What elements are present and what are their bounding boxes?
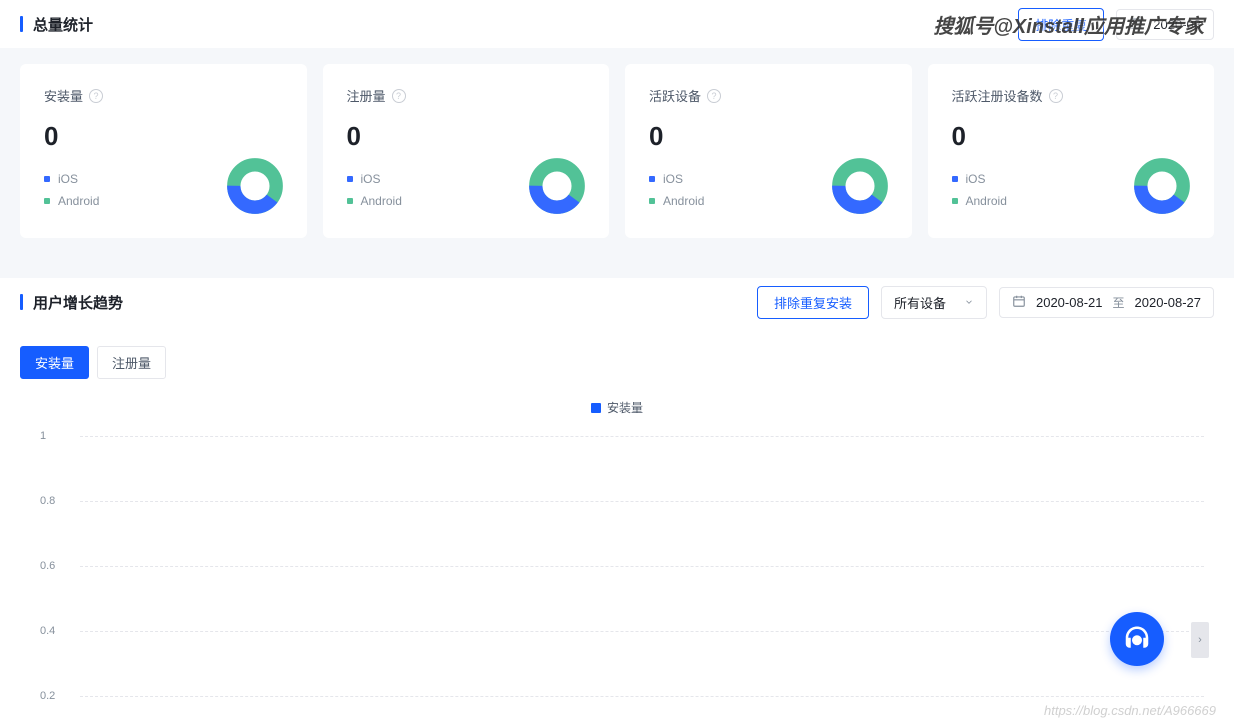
legend-ios-label: iOS xyxy=(58,172,78,186)
totals-date-text: 2020-08 xyxy=(1153,17,1201,32)
stat-cards: 安装量 ? 0 iOS Android 注册量 ? 0 iOS Android … xyxy=(0,48,1234,258)
exclude-duplicate-button[interactable]: 排除重复 xyxy=(1018,8,1104,41)
y-tick-label: 1 xyxy=(40,430,46,442)
donut-chart-icon xyxy=(227,158,283,214)
growth-section: 用户增长趋势 排除重复安装 所有设备 2020-08-21 至 2020-08-… xyxy=(0,278,1234,726)
exclude-duplicate-install-button[interactable]: 排除重复安装 xyxy=(757,286,869,319)
gridline xyxy=(80,436,1204,437)
legend-android-label: Android xyxy=(361,194,402,208)
totals-date-range[interactable]: 2020-08 xyxy=(1116,9,1214,40)
card-value: 0 xyxy=(347,121,586,152)
legend-android-label: Android xyxy=(58,194,99,208)
ios-dot-icon xyxy=(952,176,958,182)
date-start: 2020-08-21 xyxy=(1036,295,1103,310)
card-title: 活跃设备 ? xyxy=(649,86,888,105)
chart-legend: 安装量 xyxy=(20,399,1214,416)
growth-header: 用户增长趋势 排除重复安装 所有设备 2020-08-21 至 2020-08-… xyxy=(0,278,1234,326)
card-title: 安装量 ? xyxy=(44,86,283,105)
tab-registrations[interactable]: 注册量 xyxy=(97,346,166,379)
card-value: 0 xyxy=(44,121,283,152)
donut-chart-icon xyxy=(832,158,888,214)
date-separator: 至 xyxy=(1112,294,1124,311)
help-icon[interactable]: ? xyxy=(392,89,406,103)
growth-controls: 排除重复安装 所有设备 2020-08-21 至 2020-08-27 xyxy=(757,286,1214,319)
support-fab-button[interactable] xyxy=(1110,612,1164,666)
y-tick-label: 0.8 xyxy=(40,495,55,507)
ios-dot-icon xyxy=(44,176,50,182)
legend-android-label: Android xyxy=(966,194,1007,208)
gridline xyxy=(80,631,1204,632)
card-title: 注册量 ? xyxy=(347,86,586,105)
gridline xyxy=(80,566,1204,567)
android-dot-icon xyxy=(347,198,353,204)
ios-dot-icon xyxy=(347,176,353,182)
card-title-text: 活跃设备 xyxy=(649,86,701,105)
help-icon[interactable]: ? xyxy=(1049,89,1063,103)
android-dot-icon xyxy=(952,198,958,204)
growth-title: 用户增长趋势 xyxy=(20,292,123,313)
tab-installs[interactable]: 安装量 xyxy=(20,346,89,379)
chart-legend-label: 安装量 xyxy=(607,399,643,416)
chart-area: 安装量 1 0.8 0.6 0.4 0.2 https://blog.csdn.… xyxy=(0,389,1234,726)
legend-ios-label: iOS xyxy=(966,172,986,186)
growth-tabs: 安装量 注册量 xyxy=(0,326,1234,389)
totals-controls: 排除重复 2020-08 xyxy=(1018,8,1214,41)
card-title: 活跃注册设备数 ? xyxy=(952,86,1191,105)
android-dot-icon xyxy=(44,198,50,204)
android-dot-icon xyxy=(649,198,655,204)
gridline xyxy=(80,501,1204,502)
chart-y-axis: 1 0.8 0.6 0.4 0.2 xyxy=(40,436,1214,696)
y-tick-label: 0.4 xyxy=(40,625,55,637)
totals-section: 总量统计 排除重复 2020-08 xyxy=(0,0,1234,48)
card-title-text: 注册量 xyxy=(347,86,386,105)
card-active-devices: 活跃设备 ? 0 iOS Android xyxy=(625,64,912,238)
section-gap xyxy=(0,258,1234,278)
chart-legend-dot-icon xyxy=(591,403,601,413)
card-title-text: 活跃注册设备数 xyxy=(952,86,1043,105)
card-title-text: 安装量 xyxy=(44,86,83,105)
calendar-icon xyxy=(1129,16,1143,33)
headset-icon xyxy=(1122,624,1152,654)
help-icon[interactable]: ? xyxy=(89,89,103,103)
totals-header: 总量统计 排除重复 2020-08 xyxy=(0,0,1234,48)
growth-date-range[interactable]: 2020-08-21 至 2020-08-27 xyxy=(999,287,1214,318)
side-toggle-button[interactable]: › xyxy=(1191,622,1209,658)
gridline xyxy=(80,696,1204,697)
totals-title: 总量统计 xyxy=(20,14,93,35)
calendar-icon xyxy=(1012,294,1026,311)
chevron-down-icon xyxy=(964,295,974,310)
card-active-registered-devices: 活跃注册设备数 ? 0 iOS Android xyxy=(928,64,1215,238)
y-tick-label: 0.2 xyxy=(40,690,55,702)
device-filter-label: 所有设备 xyxy=(894,293,946,312)
help-icon[interactable]: ? xyxy=(707,89,721,103)
chevron-right-icon: › xyxy=(1198,634,1202,646)
card-value: 0 xyxy=(952,121,1191,152)
legend-ios-label: iOS xyxy=(361,172,381,186)
legend-ios-label: iOS xyxy=(663,172,683,186)
ios-dot-icon xyxy=(649,176,655,182)
legend-android-label: Android xyxy=(663,194,704,208)
device-filter-dropdown[interactable]: 所有设备 xyxy=(881,286,987,319)
card-installs: 安装量 ? 0 iOS Android xyxy=(20,64,307,238)
y-tick-label: 0.6 xyxy=(40,560,55,572)
date-end: 2020-08-27 xyxy=(1135,295,1202,310)
donut-chart-icon xyxy=(1134,158,1190,214)
card-value: 0 xyxy=(649,121,888,152)
donut-chart-icon xyxy=(529,158,585,214)
watermark-bottom: https://blog.csdn.net/A966669 xyxy=(1044,703,1216,718)
card-registrations: 注册量 ? 0 iOS Android xyxy=(323,64,610,238)
